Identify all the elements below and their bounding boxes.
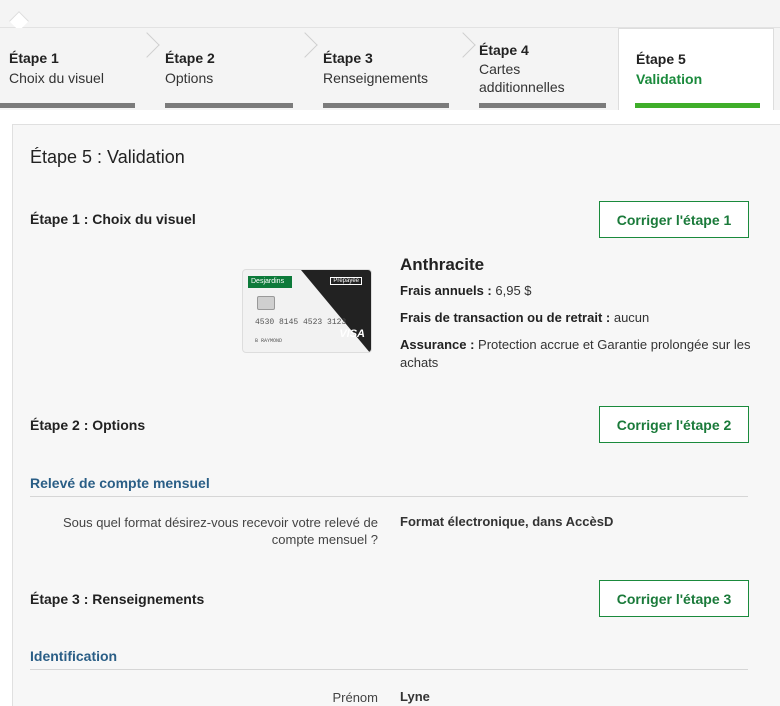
first-name-value: Lyne: [400, 689, 430, 704]
step-5-progress: [635, 103, 760, 108]
card-number: 4530 8145 4523 3123: [255, 318, 347, 327]
transaction-fees-value: aucun: [613, 310, 650, 325]
transaction-fees: Frais de transaction ou de retrait : auc…: [400, 309, 755, 327]
identification-heading: Identification: [30, 648, 748, 670]
step-4-label: Étape 4: [479, 42, 529, 58]
correct-step-3-button[interactable]: Corriger l'étape 3: [599, 580, 749, 617]
section-1-title: Étape 1 : Choix du visuel: [30, 211, 196, 227]
step-4-progress: [479, 103, 606, 108]
monthly-statement-heading: Relevé de compte mensuel: [30, 475, 748, 497]
statement-format-answer: Format électronique, dans AccèsD: [400, 514, 614, 529]
tab-step-4[interactable]: Étape 4 Cartes additionnelles: [463, 28, 618, 110]
step-1-title: Choix du visuel: [9, 70, 104, 86]
visa-logo: VISA: [339, 328, 365, 340]
annual-fees-label: Frais annuels :: [400, 283, 492, 298]
tab-step-5[interactable]: Étape 5 Validation: [618, 28, 774, 110]
step-1-label: Étape 1: [9, 50, 59, 66]
correct-step-2-button[interactable]: Corriger l'étape 2: [599, 406, 749, 443]
first-name-label: Prénom: [332, 690, 378, 705]
card-holder: B RAYMOND: [255, 338, 283, 344]
tab-step-3[interactable]: Étape 3 Renseignements: [305, 28, 476, 110]
step-5-label: Étape 5: [636, 51, 686, 67]
step-3-label: Étape 3: [323, 50, 373, 66]
statement-format-question: Sous quel format désirez-vous recevoir v…: [62, 515, 378, 547]
insurance-label: Assurance :: [400, 337, 475, 352]
tab-step-2[interactable]: Étape 2 Options: [147, 28, 318, 110]
annual-fees: Frais annuels : 6,95 $: [400, 282, 755, 300]
card-brand-logo: Desjardins: [248, 276, 292, 288]
prepaid-card-image: Desjardins Prépayée 4530 8145 4523 3123 …: [242, 269, 372, 353]
step-1-progress: [0, 103, 135, 108]
step-3-title: Renseignements: [323, 70, 429, 86]
tab-step-1[interactable]: Étape 1 Choix du visuel: [0, 28, 160, 110]
validation-panel: Étape 5 : Validation Étape 1 : Choix du …: [12, 124, 780, 706]
product-name: Anthracite: [400, 255, 485, 274]
card-prepaid-badge: Prépayée: [330, 277, 362, 285]
section-3-title: Étape 3 : Renseignements: [30, 591, 205, 607]
section-2-title: Étape 2 : Options: [30, 417, 146, 433]
step-tracker: Étape 1 Choix du visuel Étape 2 Options …: [0, 28, 780, 110]
correct-step-1-button[interactable]: Corriger l'étape 1: [599, 201, 749, 238]
step-2-title: Options: [165, 70, 214, 86]
card-chip-icon: [257, 296, 275, 310]
annual-fees-value: 6,95 $: [495, 283, 532, 298]
step-2-label: Étape 2: [165, 50, 215, 66]
step-3-progress: [323, 103, 449, 108]
page-title: Étape 5 : Validation: [30, 147, 185, 167]
step-4-title: Cartes additionnelles: [479, 61, 565, 95]
step-2-progress: [165, 103, 293, 108]
insurance: Assurance : Protection accrue et Garanti…: [400, 336, 755, 372]
step-5-title: Validation: [636, 71, 703, 87]
transaction-fees-label: Frais de transaction ou de retrait :: [400, 310, 611, 325]
top-strip: [0, 0, 780, 31]
